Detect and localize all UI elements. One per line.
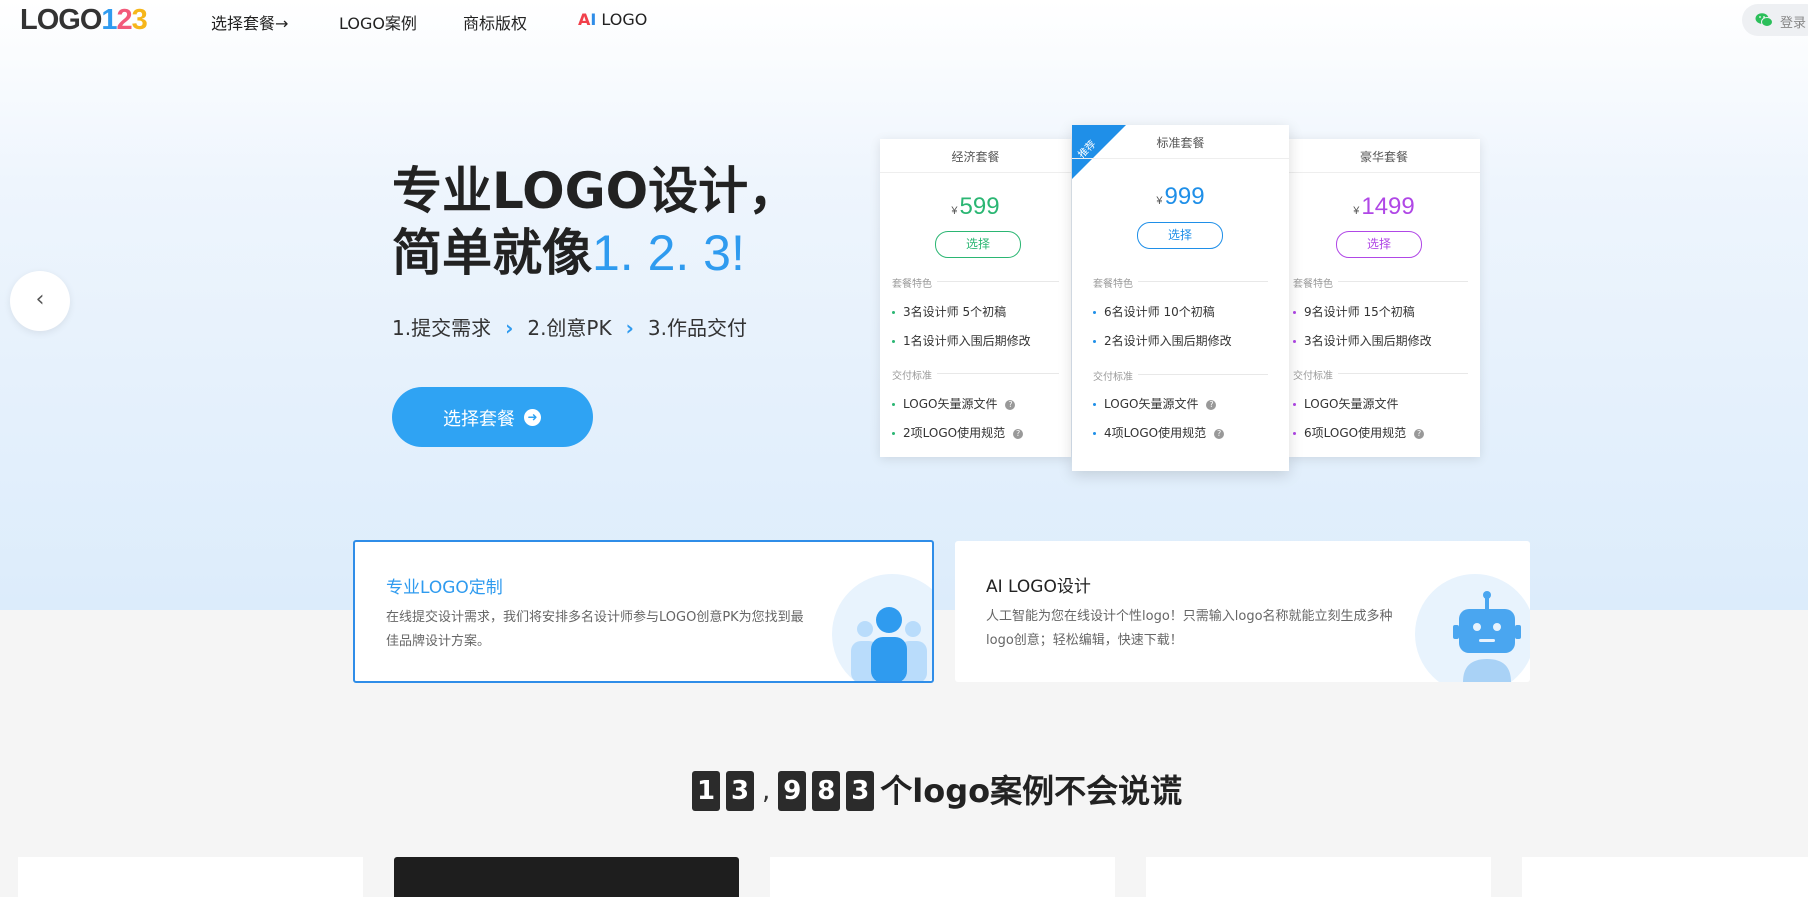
select-package-button[interactable]: 选择: [935, 231, 1021, 258]
features-label: 套餐特色: [892, 279, 932, 290]
delivery-item: 2项LOGO使用规范?: [892, 424, 1024, 441]
gallery-item[interactable]: [1146, 857, 1491, 897]
features-label: 套餐特色: [1293, 279, 1333, 290]
chevron-right-icon: ›: [625, 316, 634, 340]
counter-caption: 个logo案例不会说谎: [880, 772, 1183, 810]
package-price: ¥1499: [1353, 193, 1415, 220]
login-label: 登录: [1780, 16, 1807, 31]
hero-headline-line2: 简单就像1. 2. 3!: [392, 224, 745, 282]
help-icon[interactable]: ?: [1013, 428, 1024, 439]
site-logo[interactable]: LOGO123: [20, 4, 148, 37]
hero-headline-line1: 专业LOGO设计，: [392, 162, 799, 220]
nav-item-trademark[interactable]: 商标版权: [463, 10, 527, 34]
package-title: 经济套餐: [951, 150, 1000, 164]
logo-case-counter: 1 3, 9 8 3 个logo案例不会说谎: [692, 771, 1182, 811]
package-price: ¥999: [1156, 183, 1205, 210]
counter-digit: 1: [692, 771, 720, 811]
robot-icon: [1453, 591, 1521, 682]
step-2: 2.创意PK: [527, 316, 612, 340]
service-card-ai-logo[interactable]: AI LOGO设计 人工智能为您在线设计个性logo！只需输入logo名称就能立…: [955, 541, 1530, 682]
delivery-item: 6项LOGO使用规范?: [1293, 424, 1425, 441]
gallery-item[interactable]: [1522, 857, 1808, 897]
pricing-card-economy: 经济套餐 ¥599 选择 套餐特色 3名设计师 5个初稿 1名设计师入围后期修改…: [880, 139, 1071, 457]
help-icon[interactable]: ?: [1005, 399, 1016, 410]
users-icon: [851, 607, 927, 681]
counter-digit: 9: [778, 771, 807, 811]
delivery-item: 4项LOGO使用规范?: [1093, 424, 1225, 441]
top-navigation-bar: LOGO123 选择套餐→ LOGO案例 商标版权 AI LOGO 登录: [0, 0, 1808, 42]
service-description: 人工智能为您在线设计个性logo！只需输入logo名称就能立刻生成多种logo创…: [986, 609, 1393, 648]
process-steps: 1.提交需求 › 2.创意PK › 3.作品交付: [392, 312, 747, 341]
counter-digit: 8: [812, 771, 841, 811]
help-icon[interactable]: ?: [1206, 399, 1217, 410]
help-icon[interactable]: ?: [1214, 428, 1225, 439]
carousel-prev-button[interactable]: ‹: [10, 271, 70, 331]
wechat-icon: [1755, 13, 1773, 27]
delivery-label: 交付标准: [892, 371, 932, 382]
delivery-item: LOGO矢量源文件?: [892, 395, 1016, 412]
nav-item-logo-cases[interactable]: LOGO案例: [339, 10, 417, 34]
feature-item: 2名设计师入围后期修改: [1093, 332, 1232, 349]
nav-item-choose-package[interactable]: 选择套餐→: [211, 10, 288, 34]
service-card-custom-logo[interactable]: 专业LOGO定制 在线提交设计需求，我们将安排多名设计师参与LOGO创意PK为您…: [353, 540, 934, 683]
feature-item: 9名设计师 15个初稿: [1293, 303, 1415, 320]
choose-package-label: 选择套餐: [443, 409, 515, 430]
package-title: 标准套餐: [1156, 136, 1205, 150]
counter-digit: 3: [726, 771, 754, 811]
choose-package-button[interactable]: 选择套餐 ➜: [392, 387, 593, 447]
hero-headline: 专业LOGO设计， 简单就像1. 2. 3!: [392, 160, 798, 284]
pricing-card-premium: 豪华套餐 ¥1499 选择 套餐特色 9名设计师 15个初稿 3名设计师入围后期…: [1288, 139, 1480, 457]
select-package-button[interactable]: 选择: [1336, 231, 1422, 258]
hero-highlight: 1. 2. 3!: [592, 225, 745, 281]
step-1: 1.提交需求: [392, 316, 492, 340]
gallery-item[interactable]: [394, 857, 739, 897]
gallery-item[interactable]: [18, 857, 363, 897]
gallery-item[interactable]: [770, 857, 1115, 897]
help-icon[interactable]: ?: [1414, 428, 1425, 439]
package-price: ¥599: [951, 193, 1000, 220]
counter-separator: ,: [762, 776, 771, 806]
pricing-card-standard: 推荐 标准套餐 ¥999 选择 套餐特色 6名设计师 10个初稿 2名设计师入围…: [1072, 125, 1289, 471]
service-description: 在线提交设计需求，我们将安排多名设计师参与LOGO创意PK为您找到最佳品牌设计方…: [386, 610, 804, 649]
nav-item-ai-logo[interactable]: AI LOGO: [578, 10, 647, 29]
delivery-item: LOGO矢量源文件?: [1093, 395, 1217, 412]
feature-item: 3名设计师入围后期修改: [1293, 332, 1432, 349]
chevron-left-icon: ‹: [35, 287, 45, 312]
feature-item: 1名设计师入围后期修改: [892, 332, 1031, 349]
delivery-item: LOGO矢量源文件: [1293, 395, 1398, 412]
service-title: 专业LOGO定制: [386, 578, 503, 598]
login-button[interactable]: 登录: [1742, 4, 1808, 36]
counter-digit: 3: [846, 771, 875, 811]
chevron-right-icon: ›: [505, 316, 514, 340]
step-3: 3.作品交付: [647, 316, 747, 340]
package-title: 豪华套餐: [1359, 150, 1408, 164]
features-label: 套餐特色: [1093, 279, 1133, 290]
feature-item: 6名设计师 10个初稿: [1093, 303, 1215, 320]
select-package-button[interactable]: 选择: [1137, 222, 1223, 249]
delivery-label: 交付标准: [1293, 371, 1333, 382]
delivery-label: 交付标准: [1093, 372, 1133, 383]
service-title: AI LOGO设计: [986, 577, 1091, 597]
feature-item: 3名设计师 5个初稿: [892, 303, 1006, 320]
arrow-right-circle-icon: ➜: [524, 409, 541, 426]
